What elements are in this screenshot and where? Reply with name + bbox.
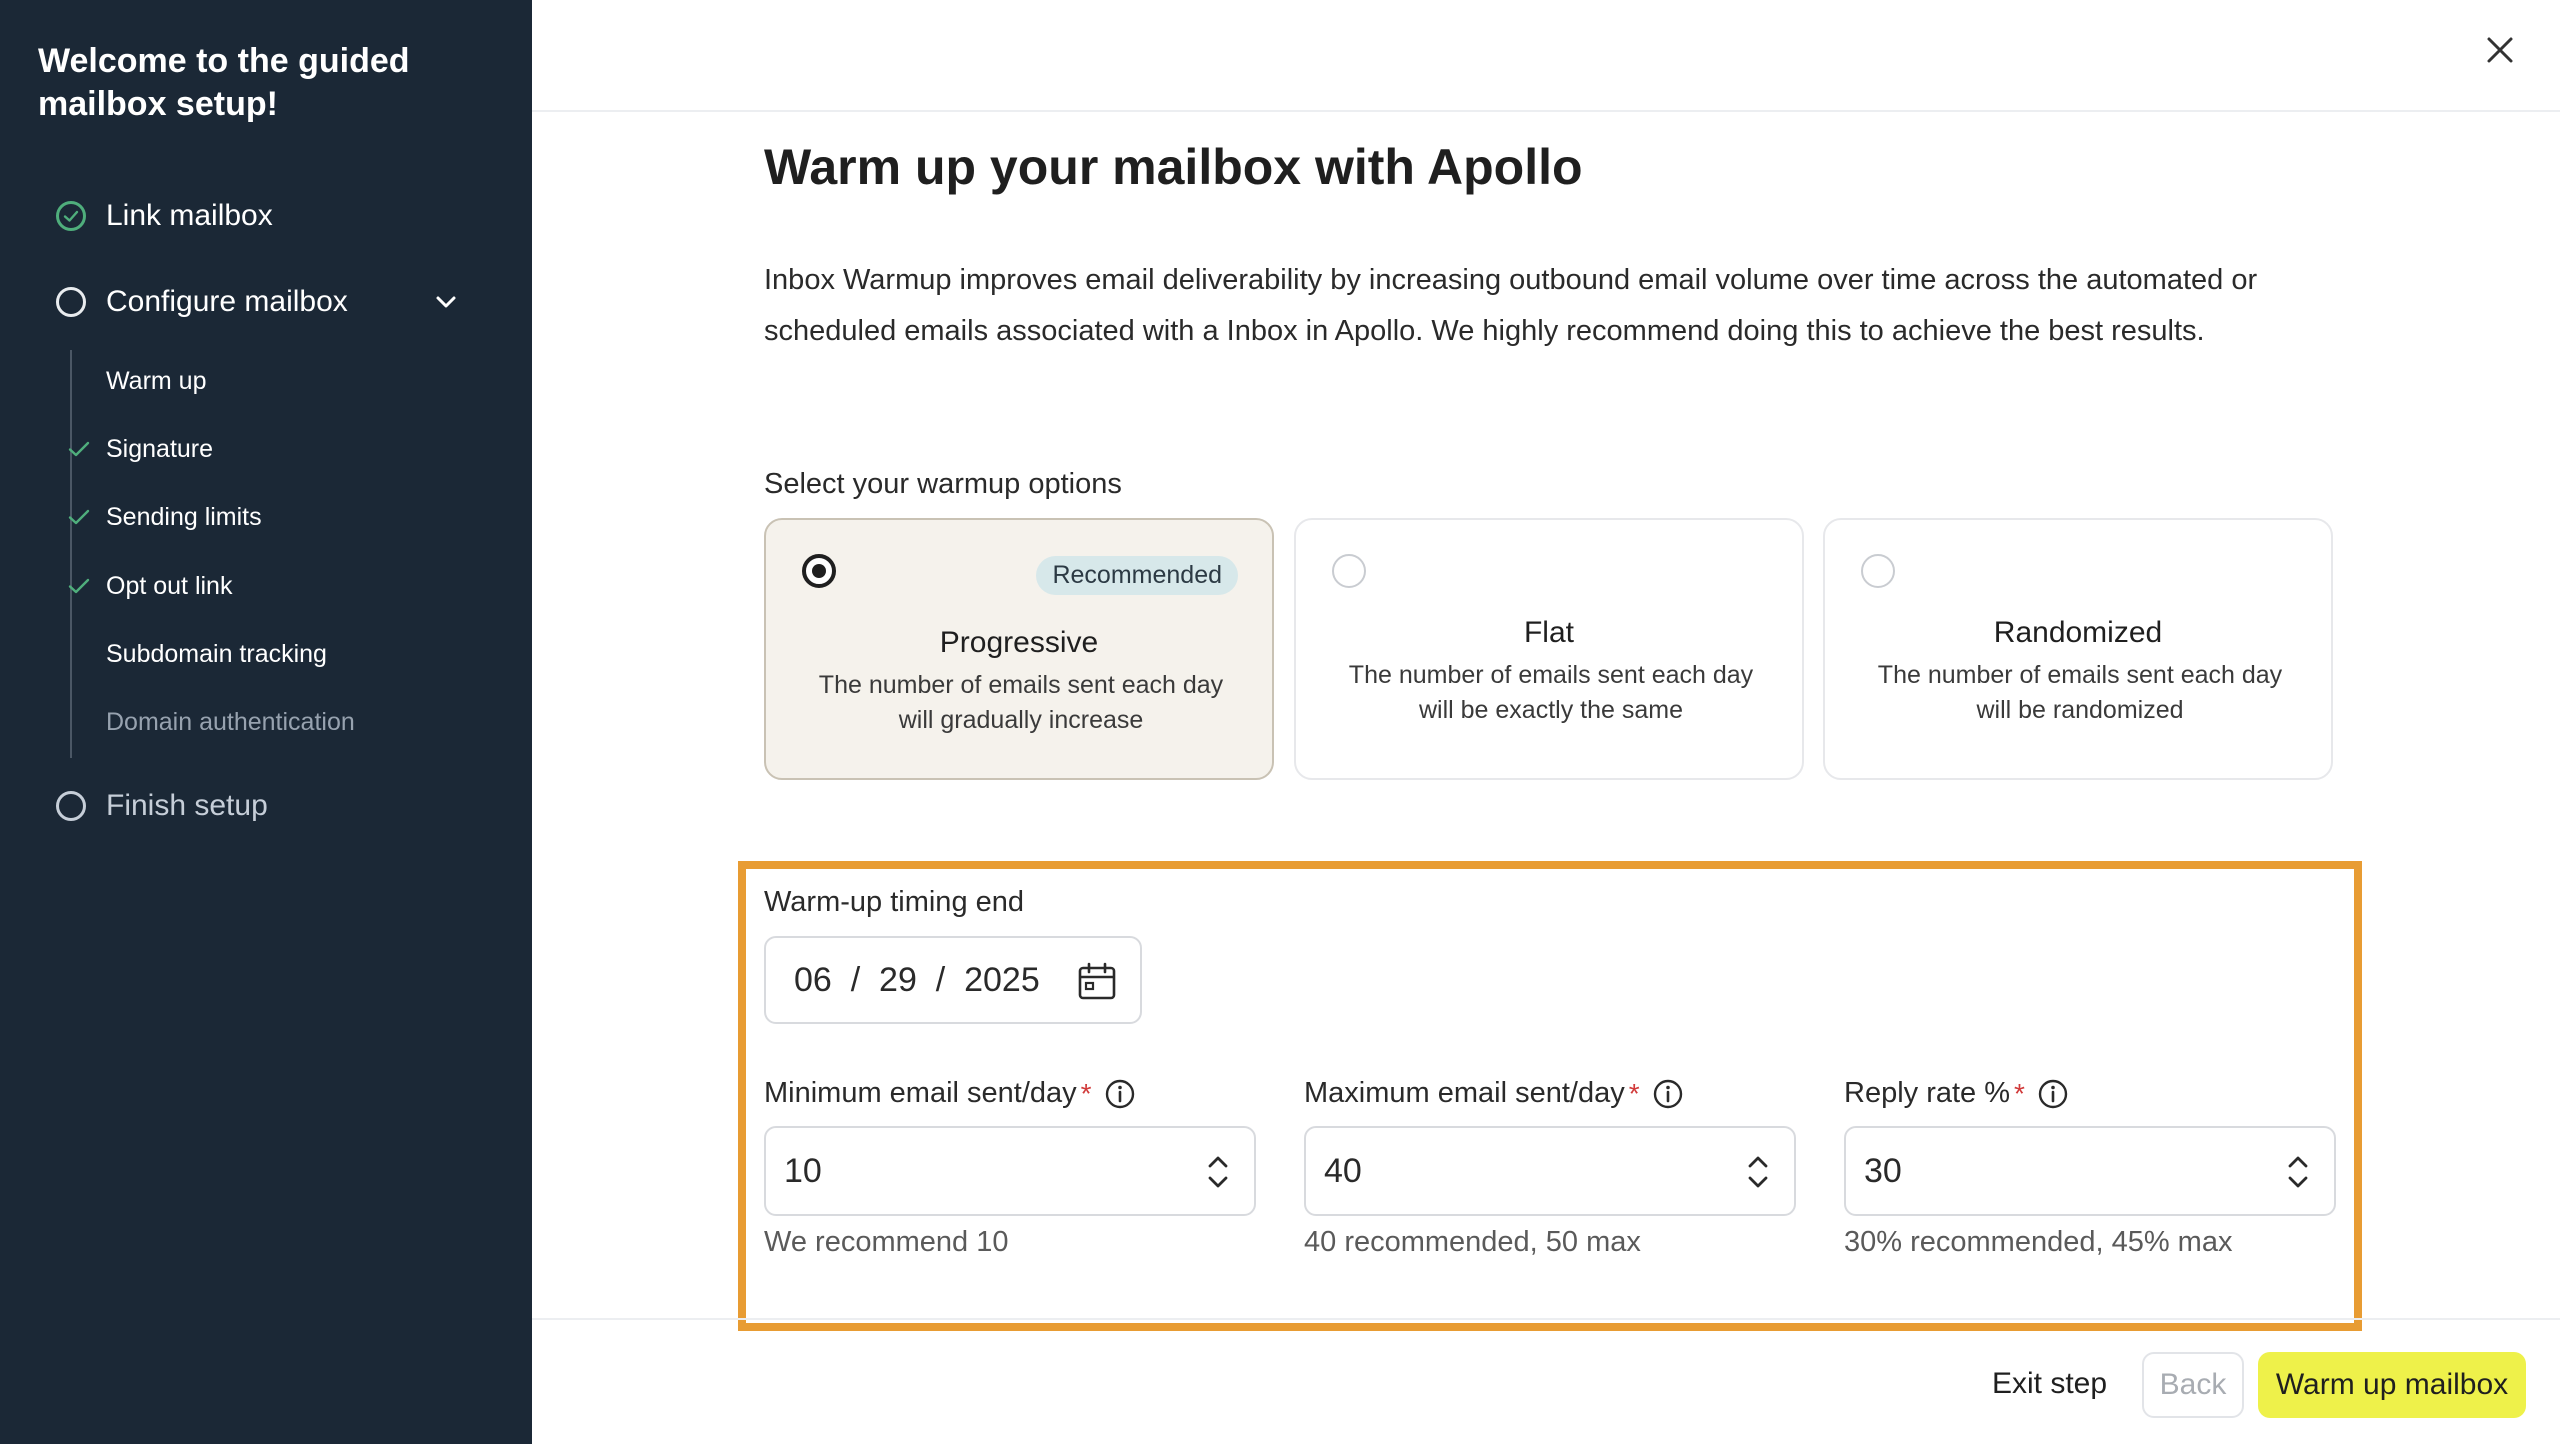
option-flat[interactable]: Flat The number of emails sent each day … bbox=[1294, 518, 1804, 780]
required-marker: * bbox=[1628, 1077, 1640, 1109]
stepper-icon[interactable] bbox=[2284, 1150, 2312, 1194]
substep-signature[interactable]: Signature bbox=[68, 431, 214, 467]
option-description: The number of emails sent each day will … bbox=[1877, 661, 2283, 724]
max-emails-input[interactable]: 40 bbox=[1304, 1126, 1796, 1216]
warm-up-mailbox-button[interactable]: Warm up mailbox bbox=[2258, 1352, 2526, 1418]
page-description: Inbox Warmup improves email deliverabili… bbox=[764, 264, 2258, 347]
reply-rate-label: Reply rate % * bbox=[1844, 1077, 2069, 1110]
stepper-icon[interactable] bbox=[1204, 1150, 1232, 1194]
substep-domain-authentication[interactable]: Domain authentication bbox=[106, 704, 355, 740]
close-icon[interactable] bbox=[2480, 30, 2520, 70]
substep-label: Opt out link bbox=[106, 571, 233, 600]
check-icon bbox=[64, 434, 94, 464]
check-icon bbox=[64, 502, 94, 532]
radio-icon[interactable] bbox=[1861, 554, 1895, 588]
option-progressive[interactable]: Recommended Progressive The number of em… bbox=[764, 518, 1274, 780]
setup-sidebar: Welcome to the guided mailbox setup! Lin… bbox=[0, 0, 532, 1444]
substep-label: Domain authentication bbox=[106, 707, 355, 736]
step-label: Finish setup bbox=[106, 789, 268, 822]
substep-warm-up[interactable]: Warm up bbox=[106, 363, 206, 399]
stepper-icon[interactable] bbox=[1744, 1150, 1772, 1194]
circle-icon bbox=[56, 791, 86, 821]
option-title: Randomized bbox=[1993, 616, 2163, 649]
step-configure-mailbox[interactable]: Configure mailbox bbox=[56, 282, 348, 322]
required-marker: * bbox=[1080, 1077, 1092, 1109]
date-value: 06 / 29 / 2025 bbox=[794, 960, 1040, 999]
info-icon[interactable] bbox=[1104, 1078, 1136, 1110]
back-button[interactable]: Back bbox=[2142, 1352, 2244, 1418]
check-icon bbox=[64, 571, 94, 601]
min-emails-hint: We recommend 10 bbox=[764, 1226, 1009, 1258]
check-circle-icon bbox=[56, 201, 86, 231]
warmup-end-date-input[interactable]: 06 / 29 / 2025 bbox=[764, 936, 1142, 1024]
info-icon[interactable] bbox=[2037, 1078, 2069, 1110]
recommended-badge: Recommended bbox=[1036, 556, 1238, 595]
max-emails-hint: 40 recommended, 50 max bbox=[1304, 1226, 1641, 1258]
reply-rate-hint: 30% recommended, 45% max bbox=[1844, 1226, 2233, 1258]
chevron-down-icon[interactable] bbox=[430, 286, 462, 318]
option-description: The number of emails sent each day will … bbox=[1348, 661, 1754, 724]
substep-label: Signature bbox=[106, 434, 214, 463]
option-title: Progressive bbox=[939, 626, 1099, 659]
max-emails-label: Maximum email sent/day * bbox=[1304, 1077, 1684, 1110]
radio-icon[interactable] bbox=[1332, 554, 1366, 588]
option-randomized[interactable]: Randomized The number of emails sent eac… bbox=[1823, 518, 2333, 780]
substep-opt-out-link[interactable]: Opt out link bbox=[68, 568, 233, 604]
step-label: Link mailbox bbox=[106, 199, 273, 232]
input-value: 10 bbox=[784, 1151, 822, 1190]
input-value: 40 bbox=[1324, 1151, 1362, 1190]
step-finish-setup[interactable]: Finish setup bbox=[56, 786, 268, 826]
header-divider bbox=[532, 110, 2560, 112]
calendar-icon[interactable] bbox=[1076, 960, 1118, 1002]
substep-label: Warm up bbox=[106, 366, 207, 395]
warmup-options-label: Select your warmup options bbox=[764, 468, 1122, 500]
substep-sending-limits[interactable]: Sending limits bbox=[68, 499, 262, 535]
info-icon[interactable] bbox=[1652, 1078, 1684, 1110]
exit-step-button[interactable]: Exit step bbox=[1980, 1352, 2119, 1416]
substeps-divider bbox=[70, 350, 72, 758]
footer-divider bbox=[532, 1318, 2560, 1320]
circle-icon bbox=[56, 287, 86, 317]
page-title: Warm up your mailbox with Apollo bbox=[764, 139, 1583, 195]
input-value: 30 bbox=[1864, 1151, 1902, 1190]
step-link-mailbox[interactable]: Link mailbox bbox=[56, 196, 273, 236]
sidebar-title: Welcome to the guided mailbox setup! bbox=[38, 42, 410, 123]
min-emails-input[interactable]: 10 bbox=[764, 1126, 1256, 1216]
reply-rate-input[interactable]: 30 bbox=[1844, 1126, 2336, 1216]
radio-selected-icon[interactable] bbox=[802, 554, 836, 588]
min-emails-label: Minimum email sent/day * bbox=[764, 1077, 1136, 1110]
timing-label: Warm-up timing end bbox=[764, 886, 1025, 918]
option-description: The number of emails sent each day will … bbox=[818, 671, 1224, 734]
substep-label: Sending limits bbox=[106, 502, 262, 531]
step-label: Configure mailbox bbox=[106, 285, 348, 318]
option-title: Flat bbox=[1523, 616, 1574, 649]
substep-subdomain-tracking[interactable]: Subdomain tracking bbox=[106, 636, 327, 672]
substep-label: Subdomain tracking bbox=[106, 639, 327, 668]
required-marker: * bbox=[2014, 1077, 2025, 1109]
